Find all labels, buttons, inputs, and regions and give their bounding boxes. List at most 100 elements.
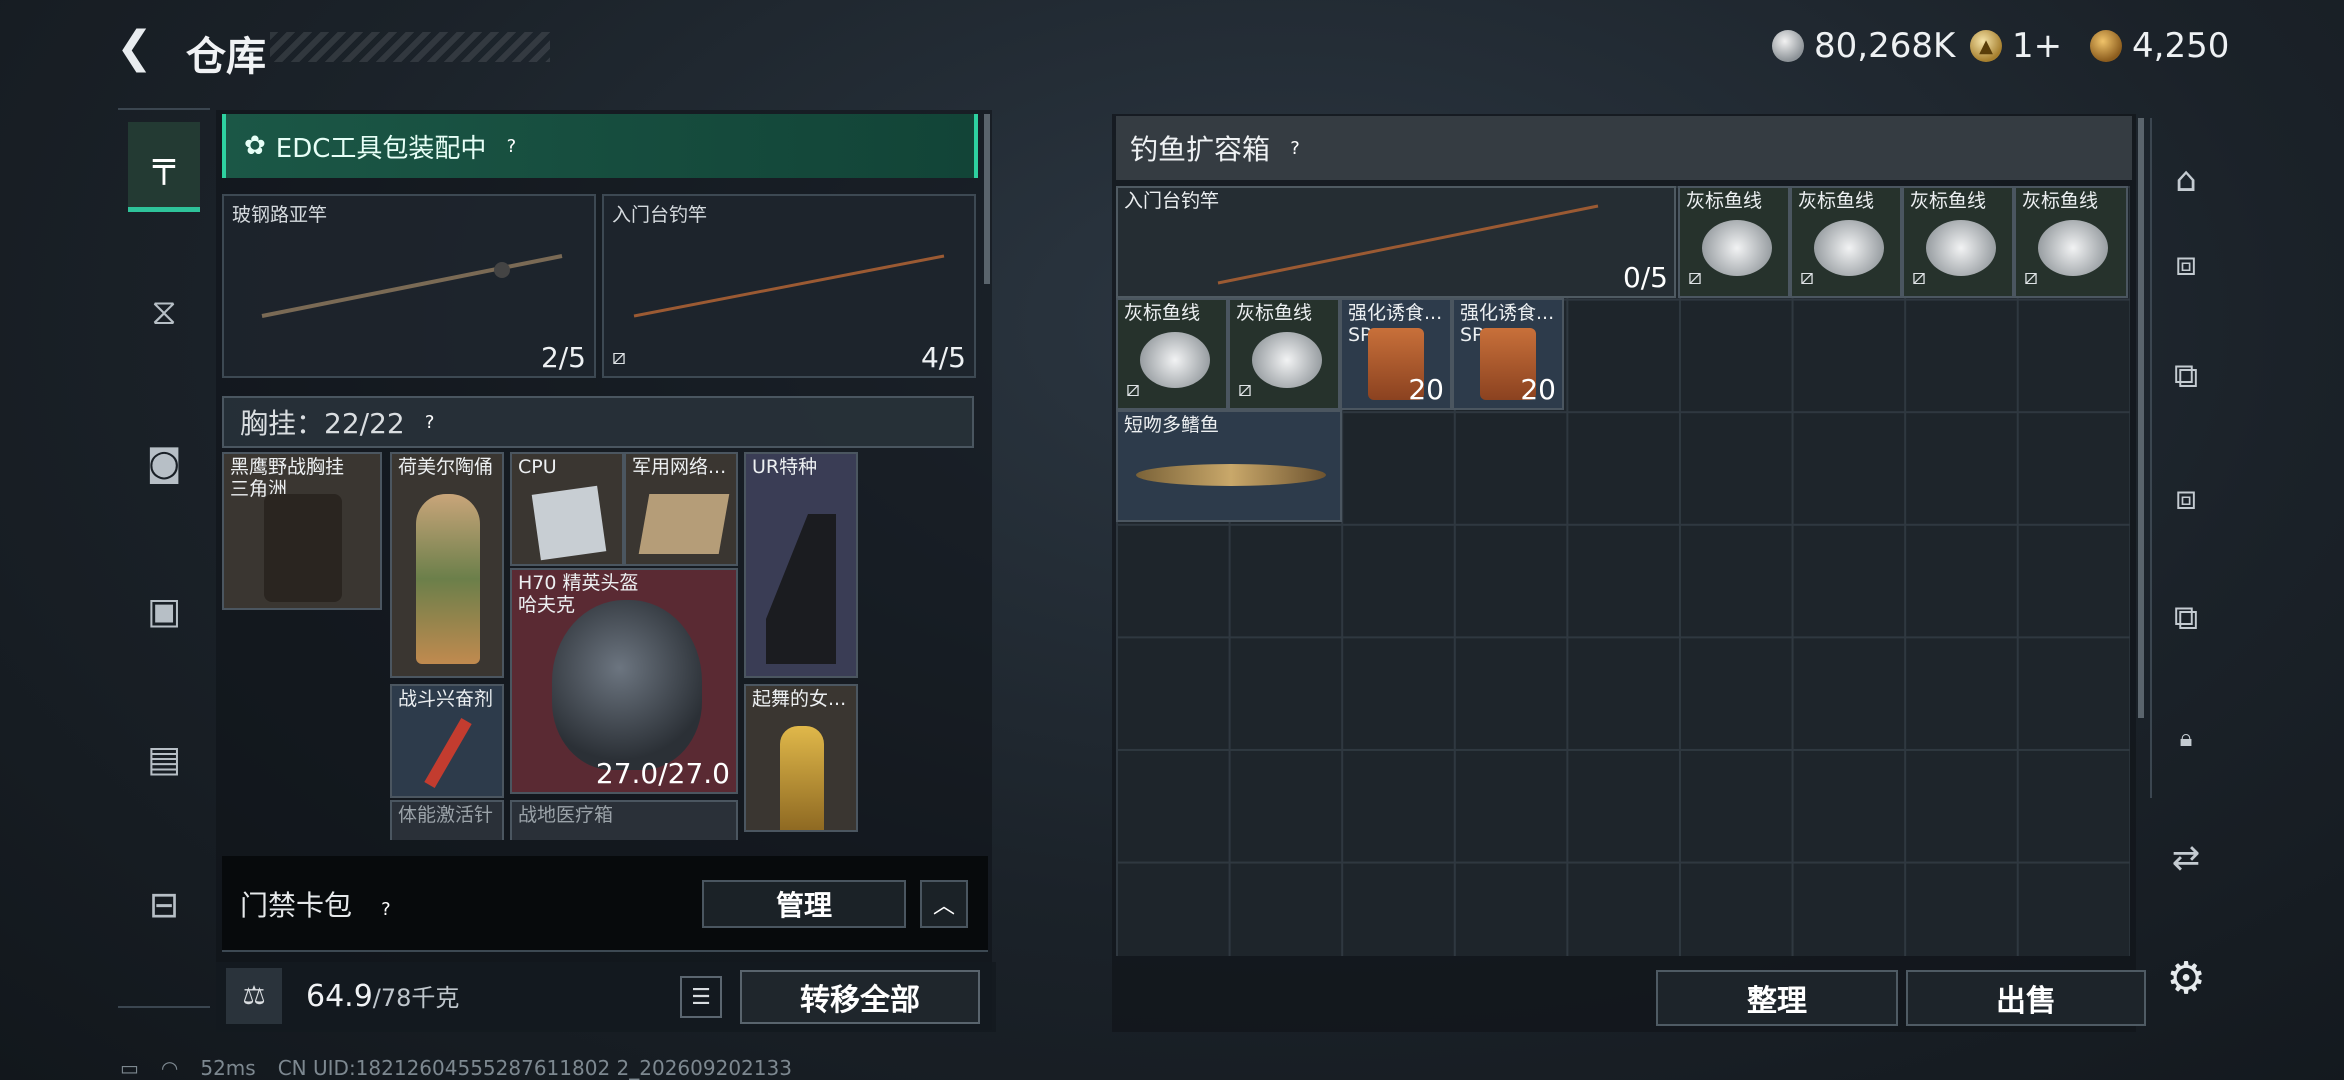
gear-icon[interactable]: ⚙: [2156, 948, 2216, 1008]
gold-ticket-icon: ▲: [1970, 30, 2002, 62]
weight-value: 64.9: [306, 979, 373, 1014]
silver-currency-value: 80,268K: [1814, 26, 1956, 66]
list-icon[interactable]: ☰: [680, 976, 722, 1018]
help-icon[interactable]: ?: [498, 133, 524, 159]
rod-slot-2-label: 入门台钓竿: [612, 204, 708, 226]
line-spool-image: [1140, 332, 1210, 388]
item-stamina-shot[interactable]: 体能激活针: [390, 800, 504, 840]
item-h70-helmet[interactable]: H70 精英头盔 哈夫克 27.0/27.0: [510, 568, 738, 794]
item-ur-stock[interactable]: UR特种: [744, 452, 858, 678]
no-insure-icon: ⧄: [1126, 377, 1140, 402]
item-label: 体能激活针: [398, 804, 494, 826]
grid-item-line[interactable]: 灰标鱼线 ⧄: [1678, 186, 1790, 298]
help-icon[interactable]: ?: [417, 409, 443, 435]
tab-backpack[interactable]: ▣: [128, 566, 200, 656]
fishing-rod-image: [633, 254, 945, 318]
silver-currency: 80,268K: [1772, 26, 1955, 66]
helmet-icon: ◙: [146, 442, 182, 484]
tab-chest-rig[interactable]: ▤: [128, 714, 200, 804]
grid-item-line[interactable]: 灰标鱼线 ⧄: [1902, 186, 2014, 298]
line-spool-image: [1926, 220, 1996, 276]
tab-case[interactable]: ⊟: [128, 860, 200, 950]
item-label: 短吻多鳍鱼: [1124, 414, 1220, 436]
right-scrollbar[interactable]: [2138, 118, 2144, 718]
help-icon[interactable]: ?: [373, 897, 399, 923]
grid-item-line[interactable]: 灰标鱼线 ⧄: [1228, 298, 1340, 410]
gold-currency-value: 4,250: [2132, 26, 2230, 66]
rod-slot-1[interactable]: 玻钢路亚竿 2/5: [222, 194, 596, 378]
no-insure-icon: ⧄: [1800, 265, 1814, 290]
page-title: 仓库: [186, 34, 266, 80]
no-insure-icon: ⧄: [612, 345, 626, 370]
statue-image: [780, 726, 824, 830]
item-label: 灰标鱼线: [1236, 302, 1313, 324]
item-label: CPU: [518, 456, 557, 478]
fishing-rod-image: [261, 254, 563, 318]
no-insure-icon: ⧄: [2024, 265, 2038, 290]
sort-button[interactable]: 整理: [1656, 970, 1898, 1026]
item-dancing-statue[interactable]: 起舞的女...: [744, 684, 858, 832]
item-military-network[interactable]: 军用网络...: [624, 452, 738, 566]
help-icon[interactable]: ?: [1282, 135, 1308, 161]
item-label: 灰标鱼线: [2022, 190, 2099, 212]
network-module-image: [638, 494, 730, 554]
container-iii-icon[interactable]: ⧉: [2156, 346, 2216, 406]
item-label: 灰标鱼线: [1686, 190, 1763, 212]
weight-max: /78千克: [372, 984, 460, 1012]
syringe-image: [424, 717, 472, 789]
back-arrow-icon[interactable]: ❮: [116, 26, 160, 70]
item-durability: 27.0/27.0: [595, 757, 730, 790]
item-field-medkit[interactable]: 战地医疗箱: [510, 800, 738, 840]
grid-item-rod[interactable]: 入门台钓竿 0/5: [1116, 186, 1676, 298]
grid-item-bait[interactable]: 强化诱食... SP 20: [1340, 298, 1452, 410]
exchange-icon[interactable]: ⇄: [2156, 828, 2216, 888]
grid-item-fish[interactable]: 短吻多鳍鱼: [1116, 410, 1342, 522]
item-combat-stim[interactable]: 战斗兴奋剂: [390, 684, 504, 798]
card-pack-text: 门禁卡包: [240, 889, 353, 922]
wifi-icon: ◠: [160, 1056, 179, 1080]
silver-coin-icon: [1772, 30, 1804, 62]
no-insure-icon: ⧄: [1688, 265, 1702, 290]
bait-name: 强化诱食...: [1460, 302, 1555, 324]
battery-icon: ▭: [120, 1056, 139, 1080]
container-iv-icon[interactable]: ⧈: [2156, 468, 2216, 528]
rod-slot-2[interactable]: 入门台钓竿 ⧄ 4/5: [602, 194, 976, 378]
item-label: 荷美尔陶俑: [398, 456, 494, 478]
item-cpu[interactable]: CPU: [510, 452, 624, 566]
tab-armor[interactable]: ⧖: [128, 268, 200, 358]
item-figurine[interactable]: 荷美尔陶俑: [390, 452, 504, 678]
item-label: 战地医疗箱: [518, 804, 614, 826]
rig-image: [264, 494, 342, 602]
line-spool-image: [1252, 332, 1322, 388]
container-v-icon[interactable]: ⧉: [2156, 588, 2216, 648]
tab-helmet[interactable]: ◙: [128, 418, 200, 508]
bait-name: 强化诱食...: [1348, 302, 1443, 324]
transfer-all-button[interactable]: 转移全部: [740, 970, 980, 1024]
container-ii-icon[interactable]: ⧈: [2156, 234, 2216, 294]
grid-item-line[interactable]: 灰标鱼线 ⧄: [1116, 298, 1228, 410]
item-count: 20: [1520, 373, 1556, 406]
no-insure-icon: ⧄: [1238, 377, 1252, 402]
chest-rig-bar: 胸挂：22/22 ?: [222, 396, 974, 448]
item-chest-rig[interactable]: 黑鹰野战胸挂 三角洲: [222, 452, 382, 610]
chevron-up-icon[interactable]: ︿: [920, 880, 968, 928]
tab-weapons[interactable]: ╤: [128, 122, 200, 212]
safe-box-icon[interactable]: ⌂: [2156, 150, 2216, 210]
title-stripe: [270, 32, 550, 62]
gold-currency: 4,250: [2090, 26, 2229, 66]
line-spool-image: [1702, 220, 1772, 276]
item-count: 0/5: [1622, 261, 1668, 294]
grid-item-line[interactable]: 灰标鱼线 ⧄: [1790, 186, 1902, 298]
item-label: 军用网络...: [632, 456, 727, 478]
grid-item-line[interactable]: 灰标鱼线 ⧄: [2014, 186, 2128, 298]
edc-toolkit-bar[interactable]: ✿ EDC工具包装配中 ?: [222, 114, 978, 178]
weight-readout: 64.9/78千克: [306, 978, 459, 1014]
left-scrollbar[interactable]: [984, 114, 990, 284]
cpu-image: [531, 485, 607, 561]
sell-button[interactable]: 出售: [1906, 970, 2146, 1026]
manage-button[interactable]: 管理: [702, 880, 906, 928]
lock-icon[interactable]: 🔒︎: [2156, 708, 2216, 768]
no-insure-icon: ⧄: [1912, 265, 1926, 290]
fishing-box-header: 钓鱼扩容箱 ?: [1116, 116, 2132, 180]
grid-item-bait[interactable]: 强化诱食... SP 20: [1452, 298, 1564, 410]
